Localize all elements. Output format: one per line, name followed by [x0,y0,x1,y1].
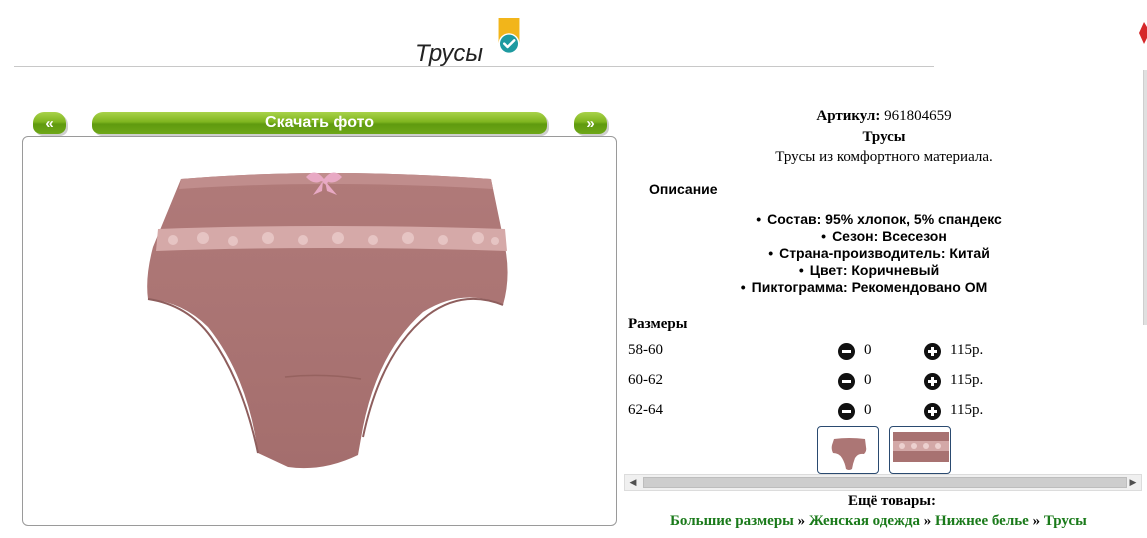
increase-quantity-button[interactable] [924,343,941,360]
increase-quantity-button[interactable] [924,403,941,420]
checkmark-badge-icon [498,18,520,55]
horizontal-scrollbar[interactable]: ◀ ▶ [624,474,1142,491]
photo-thumbnail[interactable] [817,426,879,474]
decrease-quantity-button[interactable] [838,373,855,390]
breadcrumb-separator: » [1032,513,1041,529]
article-label: Артикул: [816,108,881,124]
scroll-left-icon[interactable]: ◀ [625,475,641,490]
thumbnail-image [893,432,949,462]
property-item: Цвет: Коричневый [594,262,1144,279]
product-photo-frame [22,136,617,526]
download-photo-button[interactable]: Скачать фото [92,112,547,134]
breadcrumb-link-womens-clothing[interactable]: Женская одежда [809,513,920,529]
breadcrumb-link-large-sizes[interactable]: Большие размеры [670,513,794,529]
property-item: Страна-производитель: Китай [614,245,1144,262]
property-item: Состав: 95% хлопок, 5% спандекс [614,211,1144,228]
breadcrumb-link-briefs[interactable]: Трусы [1044,513,1087,529]
prev-photo-button[interactable]: « [33,112,66,134]
title-divider [14,66,934,67]
quantity-value: 0 [864,342,872,358]
quantity-value: 0 [864,402,872,418]
property-list: Состав: 95% хлопок, 5% спандекс Сезон: В… [624,211,1144,296]
size-row: 62-64 0 115р. [628,402,1128,424]
page-title-wrap: Трусы [415,18,483,66]
more-items-heading: Ещё товары: [847,493,937,509]
vertical-scrollbar[interactable] [1143,70,1147,325]
description-heading: Описание [649,181,718,197]
property-item: Сезон: Всесезон [624,228,1144,245]
page-title: Трусы [415,40,484,67]
breadcrumb-separator: » [797,513,806,529]
breadcrumb-separator: » [923,513,932,529]
increase-quantity-button[interactable] [924,373,941,390]
price: 115р. [950,342,984,358]
size-label: 58-60 [628,342,663,358]
price: 115р. [950,402,984,418]
scroll-right-icon[interactable]: ▶ [1125,475,1141,490]
scrollbar-thumb[interactable] [643,477,1127,488]
quantity-value: 0 [864,372,872,388]
product-info-panel: Артикул: 961804659 Трусы Трусы из комфор… [624,104,1144,484]
price: 115р. [950,372,984,388]
product-photo [147,172,508,469]
decrease-quantity-button[interactable] [838,343,855,360]
thumbnail-image [831,438,867,470]
property-item: Пиктограмма: Рекомендовано ОМ [584,279,1144,296]
size-row: 60-62 0 115р. [628,372,1128,394]
next-photo-button[interactable]: » [574,112,607,134]
decrease-quantity-button[interactable] [838,403,855,420]
article-value: 961804659 [884,108,952,124]
photo-thumbnail[interactable] [889,426,951,474]
close-icon[interactable] [1136,18,1147,48]
breadcrumb: Большие размеры » Женская одежда » Нижне… [670,513,1087,530]
breadcrumb-link-underwear[interactable]: Нижнее белье [935,513,1029,529]
product-name: Трусы [862,129,906,145]
sizes-heading: Размеры [628,316,688,332]
size-row: 58-60 0 115р. [628,342,1128,364]
article-line: Артикул: 961804659 [624,108,1144,125]
size-label: 60-62 [628,372,663,388]
product-short-description: Трусы из комфортного материала. [775,149,993,165]
size-label: 62-64 [628,402,663,418]
